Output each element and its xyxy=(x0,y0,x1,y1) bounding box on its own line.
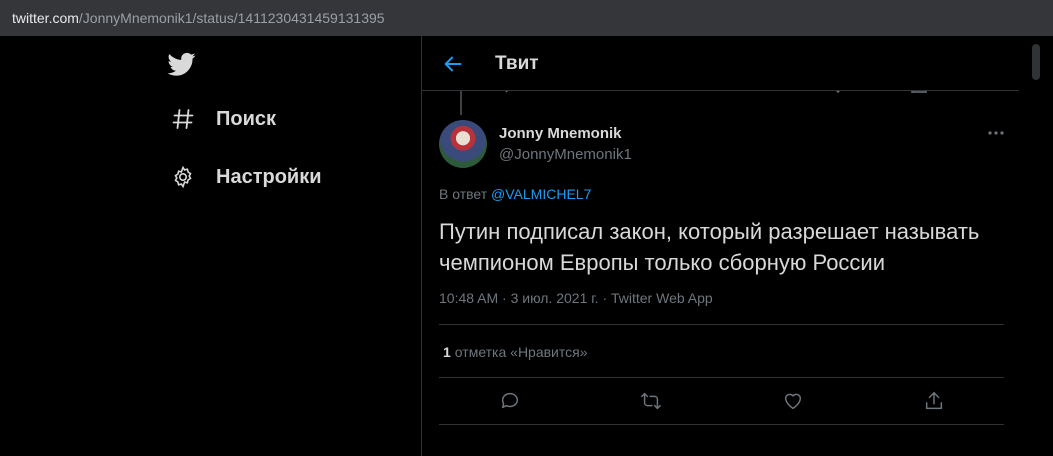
thread-connector xyxy=(460,91,462,115)
scrollbar[interactable] xyxy=(1019,36,1053,456)
divider xyxy=(439,377,1004,378)
divider xyxy=(439,324,1004,325)
url-path: /JonnyMnemonik1/status/14112304314591313… xyxy=(78,10,385,26)
gear-icon xyxy=(170,164,196,190)
likes-number: 1 xyxy=(443,344,451,360)
url-host: twitter.com xyxy=(12,10,79,26)
hashtag-icon xyxy=(170,106,196,132)
reply-mention-link[interactable]: @VALMICHEL7 xyxy=(491,186,591,202)
reply-prefix: В ответ xyxy=(439,186,488,202)
address-bar[interactable]: twitter.com/JonnyMnemonik1/status/141123… xyxy=(0,0,1053,36)
heart-icon[interactable] xyxy=(782,390,804,412)
reply-context: В ответ @VALMICHEL7 xyxy=(439,186,591,202)
reply-icon[interactable] xyxy=(499,390,521,412)
divider xyxy=(439,424,1004,425)
retweet-icon[interactable] xyxy=(640,390,662,412)
page-header: Твит xyxy=(422,36,1020,91)
page-title: Твит xyxy=(495,53,539,74)
more-options-icon[interactable] xyxy=(987,128,1005,138)
likes-count[interactable]: 1 отметка «Нравится» xyxy=(443,344,588,360)
sidebar-item-label: Настройки xyxy=(216,165,322,188)
tweet-text: Путин подписал закон, который разрешает … xyxy=(439,219,980,275)
avatar[interactable] xyxy=(439,120,487,168)
sidebar-item-search[interactable]: Поиск xyxy=(170,106,276,132)
author-handle[interactable]: @JonnyMnemonik1 xyxy=(499,146,632,163)
arrow-left-icon[interactable] xyxy=(442,53,464,75)
likes-label: отметка «Нравится» xyxy=(454,344,588,360)
sidebar-item-label: Поиск xyxy=(216,107,277,130)
share-icon[interactable] xyxy=(923,390,945,412)
tweet-timestamp[interactable]: 10:48 AM · 3 июл. 2021 г. · Twitter Web … xyxy=(439,290,713,306)
sidebar-item-settings[interactable]: Настройки xyxy=(170,164,322,190)
sidebar: Поиск Настройки xyxy=(0,36,421,456)
scrollbar-thumb[interactable] xyxy=(1032,44,1040,80)
twitter-bird-icon[interactable] xyxy=(167,50,197,78)
main-column: Твит Jonny Mnemonik @JonnyMnemonik1 В от… xyxy=(421,36,1021,456)
author-name[interactable]: Jonny Mnemonik xyxy=(499,125,622,142)
